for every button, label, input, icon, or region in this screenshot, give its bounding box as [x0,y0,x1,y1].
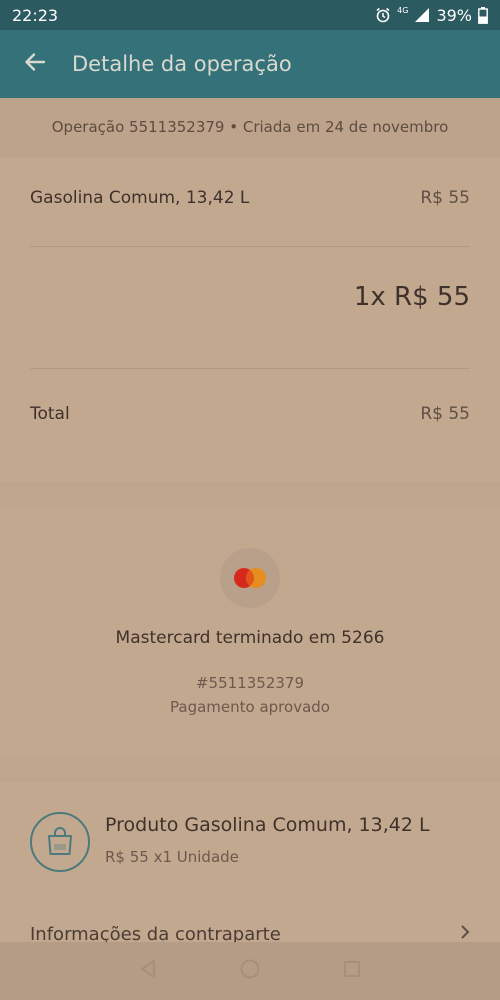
total-label: Total [30,404,70,424]
shopping-bag-icon [30,812,90,872]
items-card: Gasolina Comum, 13,42 L R$ 55 1x R$ 55 T… [0,158,500,482]
payment-status: Pagamento aprovado [170,698,330,716]
battery-percent: 39% [436,5,472,25]
quantity-amount: 1x R$ 55 [353,282,470,312]
nav-home-icon [239,958,261,984]
arrow-left-icon [24,51,46,77]
battery-icon [478,6,488,24]
payment-reference: #5511352379 [195,674,304,692]
operation-summary-text: Operação 5511352379 • Criada em 24 de no… [51,118,449,136]
nav-back-icon [139,959,157,983]
signal-icon [414,7,430,23]
item-price: R$ 55 [420,188,470,208]
status-bar: 22:23 4G 39% [0,0,500,30]
nav-recents-button[interactable] [337,956,367,986]
line-item: Gasolina Comum, 13,42 L R$ 55 [30,188,470,208]
divider [30,246,470,247]
total-value: R$ 55 [420,404,470,424]
card-label: Mastercard terminado em 5266 [115,628,385,648]
back-button[interactable] [0,30,70,98]
system-nav-bar [0,942,500,1000]
product-subtitle: R$ 55 x1 Unidade [105,848,239,866]
product-title: Produto Gasolina Comum, 13,42 L [105,814,430,836]
alarm-icon [375,7,391,23]
network-type-label: 4G [397,5,409,15]
status-icons: 4G 39% [375,6,488,25]
payment-card: Mastercard terminado em 5266 #5511352379… [0,508,500,756]
operation-summary: Operação 5511352379 • Criada em 24 de no… [0,98,500,156]
divider [30,368,470,369]
status-time: 22:23 [12,5,59,25]
mastercard-logo-icon [220,548,280,608]
nav-recents-icon [342,959,362,983]
nav-back-button[interactable] [133,956,163,986]
page-title: Detalhe da operação [72,52,292,76]
total-row: Total R$ 55 [30,404,470,424]
item-name: Gasolina Comum, 13,42 L [30,188,250,208]
app-bar: Detalhe da operação [0,30,500,98]
nav-home-button[interactable] [235,956,265,986]
